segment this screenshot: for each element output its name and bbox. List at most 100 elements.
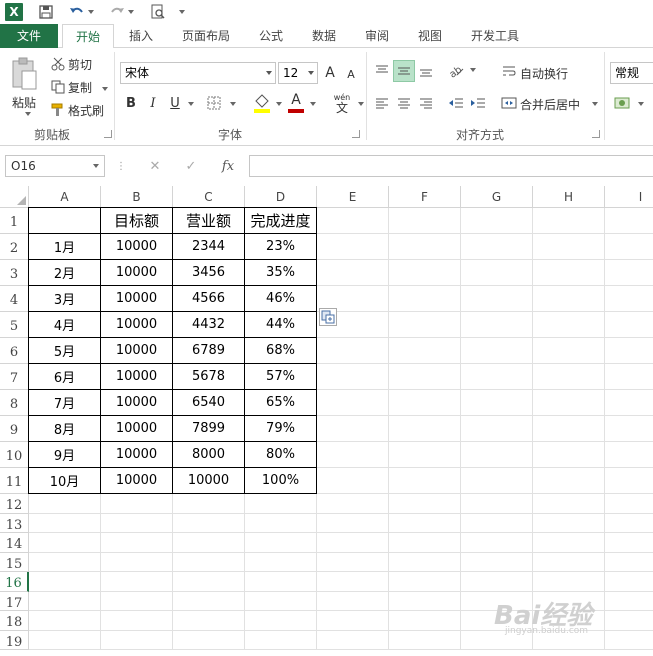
row-header-3[interactable]: 3: [0, 260, 29, 286]
paste-button[interactable]: 粘贴: [12, 94, 36, 111]
table-header-cell[interactable]: 完成进度: [245, 208, 317, 234]
cell[interactable]: [533, 364, 605, 390]
cell[interactable]: [605, 286, 653, 312]
cell[interactable]: [605, 514, 653, 533]
print-preview-icon[interactable]: [147, 2, 169, 22]
cell[interactable]: [533, 533, 605, 553]
table-cell[interactable]: 79%: [245, 416, 317, 442]
table-cell[interactable]: 10月: [29, 468, 101, 494]
cell[interactable]: [389, 533, 461, 553]
underline-dropdown[interactable]: [184, 100, 194, 108]
row-header-7[interactable]: 7: [0, 364, 29, 390]
cell[interactable]: [317, 390, 389, 416]
formula-input[interactable]: [249, 155, 653, 177]
phonetic-guide-icon[interactable]: wén 文: [330, 90, 354, 116]
table-cell[interactable]: 3456: [173, 260, 245, 286]
row-header-15[interactable]: 15: [0, 552, 29, 572]
table-cell[interactable]: 8000: [173, 442, 245, 468]
row-header-11[interactable]: 11: [0, 468, 29, 494]
row-header-1[interactable]: 1: [0, 208, 29, 234]
cell[interactable]: [533, 552, 605, 572]
cell[interactable]: [29, 630, 101, 650]
cell[interactable]: [173, 572, 245, 592]
cell[interactable]: [245, 611, 317, 631]
cell[interactable]: [533, 416, 605, 442]
column-header-a[interactable]: A: [29, 186, 101, 208]
cell[interactable]: [461, 416, 533, 442]
row-header-6[interactable]: 6: [0, 338, 29, 364]
cell[interactable]: [605, 572, 653, 592]
borders-dropdown[interactable]: [226, 100, 236, 108]
formula-bar-handle-icon[interactable]: ⋮: [116, 156, 126, 176]
tab-data[interactable]: 数据: [301, 24, 347, 48]
merge-center-dropdown[interactable]: [588, 100, 598, 108]
format-painter-button[interactable]: 格式刷: [68, 102, 104, 119]
cell[interactable]: [317, 208, 389, 234]
cell[interactable]: [605, 416, 653, 442]
table-cell[interactable]: 10000: [101, 416, 173, 442]
row-header-5[interactable]: 5: [0, 312, 29, 338]
increase-indent-icon[interactable]: [468, 92, 488, 114]
column-header-g[interactable]: G: [461, 186, 533, 208]
cell[interactable]: [29, 494, 101, 514]
clipboard-launcher-icon[interactable]: [104, 130, 112, 138]
cell[interactable]: [317, 416, 389, 442]
cell[interactable]: [461, 468, 533, 494]
cell[interactable]: [605, 468, 653, 494]
cell[interactable]: [533, 234, 605, 260]
cell[interactable]: [533, 208, 605, 234]
row-header-13[interactable]: 13: [0, 513, 29, 533]
cell[interactable]: [605, 208, 653, 234]
align-left-icon[interactable]: [372, 92, 392, 114]
cell[interactable]: [389, 591, 461, 611]
underline-button[interactable]: U: [168, 94, 182, 112]
cell[interactable]: [533, 338, 605, 364]
cell[interactable]: [317, 552, 389, 572]
table-cell[interactable]: 2344: [173, 234, 245, 260]
cell[interactable]: [389, 338, 461, 364]
copy-dropdown[interactable]: [98, 85, 108, 93]
phonetic-dropdown[interactable]: [354, 100, 364, 108]
copy-button[interactable]: 复制: [68, 79, 92, 96]
tab-view[interactable]: 视图: [407, 24, 453, 48]
row-header-16[interactable]: 16: [0, 572, 29, 592]
name-box[interactable]: O16: [5, 155, 105, 177]
cancel-entry-button[interactable]: ✕: [144, 156, 166, 176]
cell[interactable]: [461, 513, 533, 533]
table-cell[interactable]: 57%: [245, 364, 317, 390]
accounting-format-icon[interactable]: [612, 92, 634, 114]
table-cell[interactable]: 6月: [29, 364, 101, 390]
number-format-select[interactable]: 常规: [610, 62, 653, 84]
align-top-icon[interactable]: [372, 60, 392, 82]
cell[interactable]: [605, 592, 653, 611]
cell[interactable]: [317, 364, 389, 390]
cell[interactable]: [173, 552, 245, 572]
column-header-c[interactable]: C: [173, 186, 245, 208]
cell[interactable]: [101, 513, 173, 533]
table-cell[interactable]: 5月: [29, 338, 101, 364]
cell[interactable]: [245, 552, 317, 572]
wrap-text-button[interactable]: 自动换行: [520, 65, 568, 82]
font-color-icon[interactable]: A: [286, 92, 306, 114]
paste-dropdown[interactable]: [21, 110, 31, 118]
cell[interactable]: [533, 513, 605, 533]
cell[interactable]: [317, 611, 389, 631]
cell[interactable]: [173, 533, 245, 553]
merge-center-button[interactable]: 合并后居中: [520, 96, 580, 113]
cell[interactable]: [317, 260, 389, 286]
column-header-i[interactable]: I: [605, 186, 653, 208]
tab-formulas[interactable]: 公式: [248, 24, 294, 48]
cell[interactable]: [533, 468, 605, 494]
table-cell[interactable]: 23%: [245, 234, 317, 260]
align-right-icon[interactable]: [416, 92, 436, 114]
bold-button[interactable]: B: [124, 94, 138, 112]
cell[interactable]: [389, 286, 461, 312]
cell[interactable]: [461, 260, 533, 286]
tab-page-layout[interactable]: 页面布局: [172, 24, 240, 48]
cell[interactable]: [461, 208, 533, 234]
cell[interactable]: [533, 312, 605, 338]
cell[interactable]: [533, 442, 605, 468]
cell[interactable]: [317, 513, 389, 533]
cell[interactable]: [605, 494, 653, 514]
table-cell[interactable]: 65%: [245, 390, 317, 416]
